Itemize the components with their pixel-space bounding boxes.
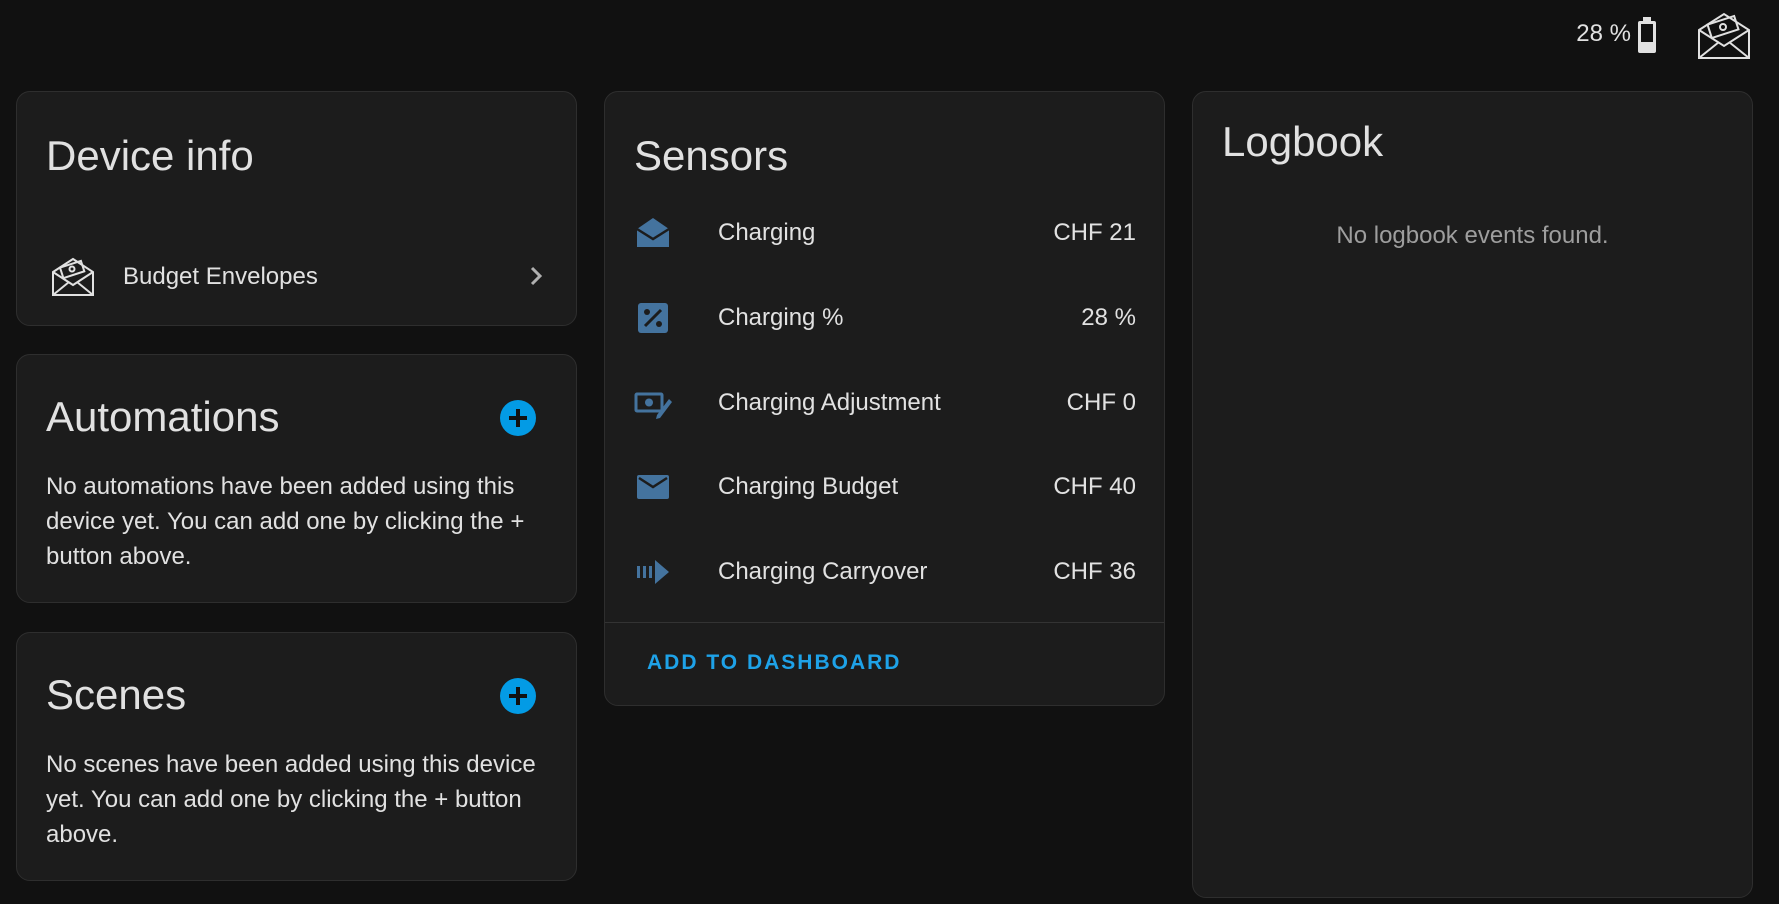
sensor-row-charging-percent[interactable]: Charging % 28 % <box>605 288 1164 348</box>
device-info-title: Device info <box>46 132 254 179</box>
plus-circle-icon <box>509 409 527 427</box>
scenes-message: No scenes have been added using this dev… <box>46 751 536 848</box>
add-automation-button[interactable] <box>500 400 536 436</box>
budget-envelope-icon <box>1695 10 1753 62</box>
sensor-value: 28 % <box>1081 304 1136 331</box>
sensor-label: Charging Adjustment <box>718 389 941 416</box>
cash-edit-icon <box>633 383 673 423</box>
sensor-label: Charging % <box>718 304 844 331</box>
battery-level: 28 % <box>1576 20 1631 47</box>
battery-icon <box>1633 15 1661 55</box>
sensor-row-charging-budget[interactable]: Charging Budget CHF 40 <box>605 457 1164 517</box>
sensor-value: CHF 21 <box>1053 219 1136 246</box>
sensor-value: CHF 40 <box>1053 473 1136 500</box>
top-bar: 28 % <box>0 0 1779 80</box>
sensor-row-charging-carryover[interactable]: Charging Carryover CHF 36 <box>605 542 1164 602</box>
sensor-value: CHF 0 <box>1066 389 1136 416</box>
sensors-card: Sensors Charging CHF 21 Charging % 28 % <box>604 91 1165 706</box>
scenes-card: Scenes No scenes have been added using t… <box>16 632 577 881</box>
card-divider <box>605 622 1164 623</box>
sensor-row-charging[interactable]: Charging CHF 21 <box>605 203 1164 263</box>
budget-envelope-icon <box>50 256 96 298</box>
add-to-dashboard-button[interactable]: ADD TO DASHBOARD <box>647 651 901 675</box>
sensor-label: Charging Carryover <box>718 558 928 585</box>
device-info-card: Device info Budget Envelopes <box>16 91 577 326</box>
add-scene-button[interactable] <box>500 678 536 714</box>
sensor-label: Charging Budget <box>718 473 899 500</box>
logbook-title: Logbook <box>1222 118 1384 165</box>
device-link[interactable]: Budget Envelopes <box>17 252 576 312</box>
plus-circle-icon <box>509 687 527 705</box>
device-name: Budget Envelopes <box>123 263 318 290</box>
email-icon <box>633 467 673 507</box>
logbook-empty-message: No logbook events found. <box>1336 222 1609 249</box>
sensor-value: CHF 36 <box>1053 558 1136 585</box>
percent-box-icon <box>633 298 673 338</box>
scenes-title: Scenes <box>46 671 187 718</box>
email-open-icon <box>633 213 673 253</box>
sensors-title: Sensors <box>634 132 789 179</box>
arrow-right-bold-icon <box>633 552 673 592</box>
sensor-label: Charging <box>718 219 816 246</box>
automations-message: No automations have been added using thi… <box>46 473 525 570</box>
chevron-right-icon <box>522 262 550 290</box>
logbook-card: Logbook No logbook events found. <box>1192 91 1753 898</box>
sensor-row-charging-adjustment[interactable]: Charging Adjustment CHF 0 <box>605 373 1164 433</box>
automations-title: Automations <box>46 393 280 440</box>
automations-card: Automations No automations have been add… <box>16 354 577 603</box>
